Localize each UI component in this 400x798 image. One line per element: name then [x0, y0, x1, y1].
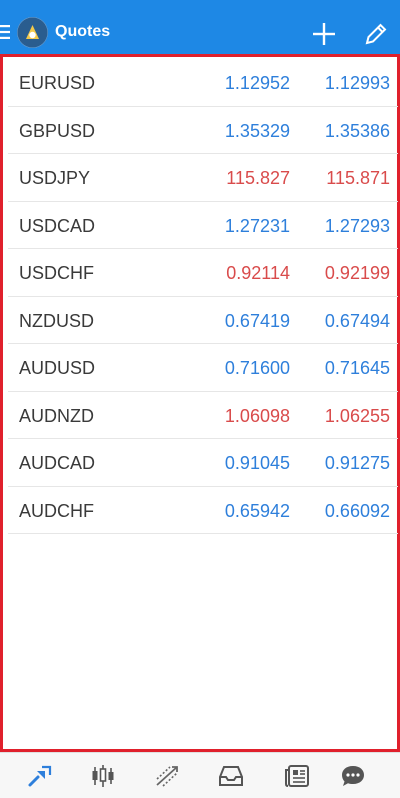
quote-row[interactable]: USDJPY 115.827 115.871: [8, 154, 398, 202]
quote-row[interactable]: AUDNZD 1.06098 1.06255: [8, 392, 398, 439]
bottom-nav: [0, 752, 400, 798]
news-icon[interactable]: [283, 761, 313, 791]
ask-price: 0.67494: [324, 310, 390, 331]
bid-price: 0.92114: [226, 263, 290, 283]
symbol-label: USDCAD: [19, 215, 96, 236]
quote-list: EURUSD 1.12952 1.12993 GBPUSD 1.35329 1.…: [8, 59, 398, 534]
ask-price: 1.12993: [324, 73, 390, 93]
ask-price: 1.35386: [324, 120, 390, 141]
bid-price: 1.06098: [224, 405, 290, 426]
quotes-icon[interactable]: [25, 761, 55, 791]
chart-icon[interactable]: [88, 761, 118, 791]
ask-price: 115.871: [326, 168, 390, 188]
symbol-label: USDCHF: [19, 263, 94, 283]
app-bar: Quotes: [0, 0, 400, 54]
quote-row[interactable]: USDCHF 0.92114 0.92199: [8, 249, 398, 297]
ask-price: 0.91275: [324, 453, 390, 473]
app-logo-icon: [17, 17, 48, 48]
bid-price: 0.71600: [224, 358, 290, 378]
symbol-label: NZDUSD: [19, 310, 94, 331]
symbol-label: USDJPY: [19, 168, 91, 188]
bid-price: 0.91045: [224, 453, 290, 473]
add-symbol-button[interactable]: [310, 20, 338, 48]
ask-price: 0.66092: [324, 500, 390, 521]
bid-price: 115.827: [226, 168, 290, 188]
symbol-label: EURUSD: [19, 73, 96, 93]
messages-icon[interactable]: [338, 761, 368, 791]
bid-price: 1.35329: [224, 120, 290, 141]
page-title: Quotes: [55, 23, 111, 40]
ask-price: 1.06255: [324, 405, 390, 426]
symbol-label: AUDCHF: [19, 500, 94, 521]
symbol-label: AUDCAD: [19, 453, 96, 473]
symbol-label: GBPUSD: [19, 120, 96, 141]
ask-price: 1.27293: [324, 215, 390, 236]
quote-row[interactable]: AUDCAD 0.91045 0.91275: [8, 439, 398, 487]
history-icon[interactable]: [216, 761, 246, 791]
quote-row[interactable]: EURUSD 1.12952 1.12993: [8, 59, 398, 107]
bid-price: 0.67419: [224, 310, 290, 331]
bid-price: 0.65942: [224, 500, 290, 521]
edit-button[interactable]: [362, 20, 390, 48]
symbol-label: AUDUSD: [19, 358, 96, 378]
hamburger-icon[interactable]: [0, 24, 10, 40]
ask-price: 0.92199: [324, 263, 390, 283]
quote-row[interactable]: AUDCHF 0.65942 0.66092: [8, 487, 398, 534]
ask-price: 0.71645: [324, 358, 390, 378]
symbol-label: AUDNZD: [19, 405, 94, 426]
quotes-panel: EURUSD 1.12952 1.12993 GBPUSD 1.35329 1.…: [0, 54, 400, 752]
quote-row[interactable]: USDCAD 1.27231 1.27293: [8, 202, 398, 249]
bid-price: 1.12952: [224, 73, 290, 93]
quote-row[interactable]: NZDUSD 0.67419 0.67494: [8, 297, 398, 344]
bid-price: 1.27231: [224, 215, 290, 236]
quote-row[interactable]: GBPUSD 1.35329 1.35386: [8, 107, 398, 154]
quote-row[interactable]: AUDUSD 0.71600 0.71645: [8, 344, 398, 392]
trade-icon[interactable]: [152, 761, 182, 791]
